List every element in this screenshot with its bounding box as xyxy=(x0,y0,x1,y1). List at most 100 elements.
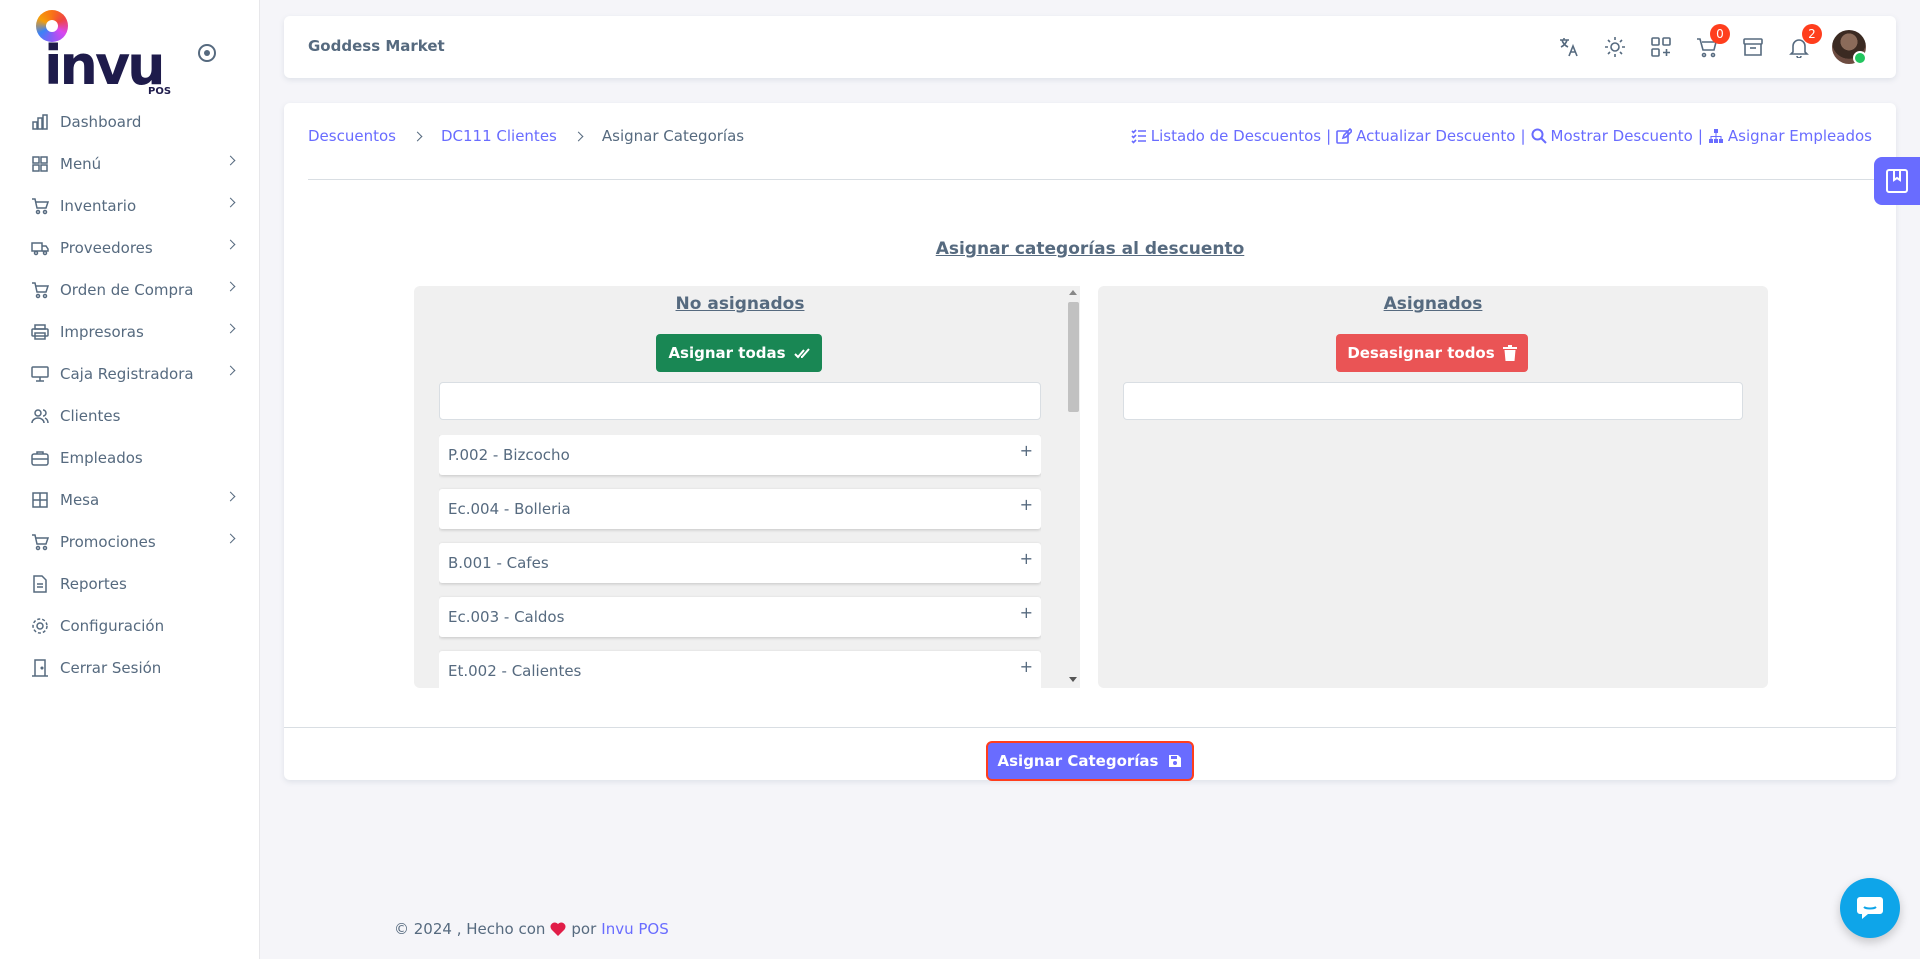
scroll-up-arrow-icon[interactable] xyxy=(1069,290,1077,295)
notification-count-badge: 2 xyxy=(1802,24,1822,44)
chevron-right-icon xyxy=(225,491,236,502)
main-card: Descuentos DC111 Clientes Asignar Catego… xyxy=(284,103,1896,781)
item-label: Ec.003 - Caldos xyxy=(448,608,565,626)
item-label: Et.002 - Calientes xyxy=(448,662,582,680)
cart-icon xyxy=(30,196,50,216)
button-label: Desasignar todos xyxy=(1347,344,1495,362)
link-label: Asignar Empleados xyxy=(1727,127,1872,145)
list-item[interactable]: Ec.003 - Caldos + xyxy=(439,597,1041,637)
breadcrumb-descuentos[interactable]: Descuentos xyxy=(308,127,396,145)
unassign-all-button[interactable]: Desasignar todos xyxy=(1336,334,1528,372)
users-icon xyxy=(30,406,50,426)
sidebar-item-cerrar-sesion[interactable]: Cerrar Sesión xyxy=(0,647,260,689)
chevron-right-icon xyxy=(225,197,236,208)
plus-icon[interactable]: + xyxy=(1020,441,1033,460)
cart-icon[interactable]: 0 xyxy=(1694,24,1730,60)
sidebar-item-label: Empleados xyxy=(60,449,143,467)
sidebar-item-mesa[interactable]: Mesa xyxy=(0,479,260,521)
sidebar-item-proveedores[interactable]: Proveedores xyxy=(0,227,260,269)
briefcase-icon xyxy=(30,448,50,468)
list-item[interactable]: Ec.004 - Bolleria + xyxy=(439,489,1041,529)
sidebar-item-inventario[interactable]: Inventario xyxy=(0,185,260,227)
footer-by: por xyxy=(571,920,597,938)
breadcrumb-current: Asignar Categorías xyxy=(601,127,745,145)
chat-widget-button[interactable] xyxy=(1840,878,1900,938)
scroll-down-arrow-icon[interactable] xyxy=(1069,677,1077,682)
gear-icon xyxy=(30,616,50,636)
chevron-right-icon xyxy=(225,533,236,544)
bell-icon[interactable]: 2 xyxy=(1786,24,1822,60)
sidebar-item-orden-compra[interactable]: Orden de Compra xyxy=(0,269,260,311)
chart-icon xyxy=(30,112,50,132)
edit-icon xyxy=(1336,128,1353,144)
sidebar-item-caja[interactable]: Caja Registradora xyxy=(0,353,260,395)
unassigned-panel: No asignados Asignar todas P.002 - Bizco… xyxy=(414,286,1080,688)
sidebar-item-menu[interactable]: Menú xyxy=(0,143,260,185)
sidebar-item-clientes[interactable]: Clientes xyxy=(0,395,260,437)
action-links: Listado de Descuentos | Actualizar Descu… xyxy=(1131,127,1872,145)
logo-subtext: POS xyxy=(148,86,172,97)
sidebar-item-label: Cerrar Sesión xyxy=(60,659,162,677)
assign-categories-submit-button[interactable]: Asignar Categorías xyxy=(986,741,1194,781)
link-mostrar-descuento[interactable]: Mostrar Descuento xyxy=(1531,127,1693,145)
divider xyxy=(308,179,1896,180)
sidebar-item-label: Promociones xyxy=(60,533,156,551)
sidebar-item-impresoras[interactable]: Impresoras xyxy=(0,311,260,353)
link-asignar-empleados[interactable]: Asignar Empleados xyxy=(1708,127,1872,145)
plus-icon[interactable]: + xyxy=(1020,657,1033,676)
sidebar-item-label: Impresoras xyxy=(60,323,144,341)
separator: | xyxy=(1520,127,1526,145)
printer-icon xyxy=(30,322,50,342)
link-label: Listado de Descuentos xyxy=(1150,127,1322,145)
sidebar-item-empleados[interactable]: Empleados xyxy=(0,437,260,479)
link-label: Mostrar Descuento xyxy=(1550,127,1693,145)
apps-add-icon[interactable] xyxy=(1648,34,1674,60)
page-footer: © 2024 , Hecho con por Invu POS xyxy=(394,920,669,938)
plus-icon[interactable]: + xyxy=(1020,495,1033,514)
sidebar-item-configuracion[interactable]: Configuración xyxy=(0,605,260,647)
breadcrumb-discount[interactable]: DC111 Clientes xyxy=(441,127,557,145)
list-item[interactable]: Et.002 - Calientes + xyxy=(439,651,1041,688)
button-label: Asignar Categorías xyxy=(997,752,1159,770)
scroll-thumb[interactable] xyxy=(1068,302,1079,412)
list-scrollbar[interactable] xyxy=(1066,286,1080,688)
link-actualizar-descuento[interactable]: Actualizar Descuento xyxy=(1336,127,1515,145)
chat-icon xyxy=(1857,897,1883,919)
list-item[interactable]: P.002 - Bizcocho + xyxy=(439,435,1041,475)
sun-icon[interactable] xyxy=(1602,34,1628,60)
plus-icon[interactable]: + xyxy=(1020,549,1033,568)
sidebar-item-promociones[interactable]: Promociones xyxy=(0,521,260,563)
top-navbar: Goddess Market 0 2 xyxy=(284,16,1896,78)
sidebar-item-label: Dashboard xyxy=(60,113,142,131)
chevron-right-icon xyxy=(573,131,584,141)
double-check-icon xyxy=(793,348,810,359)
heart-icon xyxy=(550,922,566,936)
cart-count-badge: 0 xyxy=(1710,24,1730,44)
archive-icon[interactable] xyxy=(1740,34,1766,60)
cart-icon xyxy=(30,532,50,552)
plus-icon[interactable]: + xyxy=(1020,603,1033,622)
link-listado-descuentos[interactable]: Listado de Descuentos xyxy=(1131,127,1321,145)
door-icon xyxy=(30,658,50,678)
translate-icon[interactable] xyxy=(1556,34,1582,60)
store-name: Goddess Market xyxy=(308,37,445,55)
unassigned-title: No asignados xyxy=(675,294,805,314)
unassigned-list: P.002 - Bizcocho + Ec.004 - Bolleria + B… xyxy=(439,435,1041,688)
footer-brand-link[interactable]: Invu POS xyxy=(601,920,668,938)
sidebar-item-label: Menú xyxy=(60,155,102,173)
sidebar-toggle-icon[interactable] xyxy=(198,44,216,62)
assigned-search-input[interactable] xyxy=(1123,382,1743,420)
assigned-title: Asignados xyxy=(1383,294,1483,314)
assign-all-button[interactable]: Asignar todas xyxy=(656,334,822,372)
sidebar-item-reportes[interactable]: Reportes xyxy=(0,563,260,605)
bookmark-tab[interactable] xyxy=(1874,157,1920,205)
sidebar-item-dashboard[interactable]: Dashboard xyxy=(0,101,260,143)
sidebar-item-label: Clientes xyxy=(60,407,121,425)
unassigned-search-input[interactable] xyxy=(439,382,1041,420)
chevron-right-icon xyxy=(225,365,236,376)
user-avatar[interactable] xyxy=(1832,30,1867,65)
sidebar-menu: Dashboard Menú Inventario Proveedores Or… xyxy=(0,101,260,689)
sidebar: invu POS Dashboard Menú Inventario Prove… xyxy=(0,0,260,959)
list-item[interactable]: B.001 - Cafes + xyxy=(439,543,1041,583)
invu-logo[interactable]: invu POS xyxy=(34,10,184,100)
